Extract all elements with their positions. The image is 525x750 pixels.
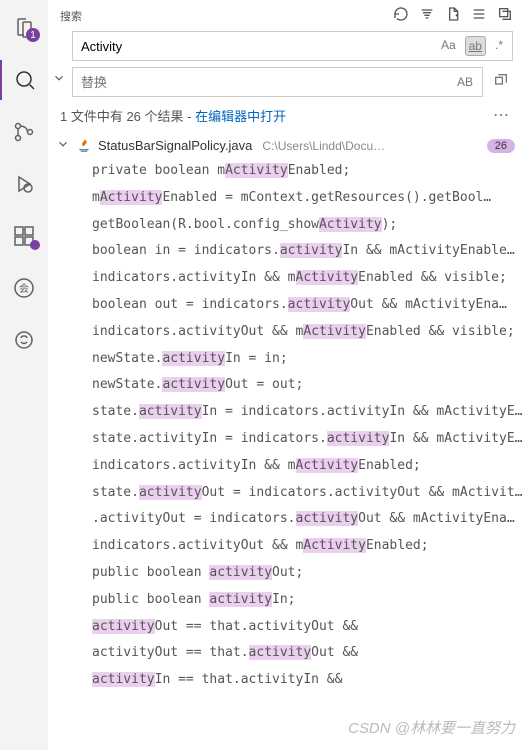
whole-word-toggle[interactable]: ab [465,36,486,56]
new-file-icon[interactable] [445,6,461,25]
match-line[interactable]: newState.activityOut = out; [52,372,525,399]
match-highlight: activity [92,619,155,634]
clear-icon[interactable] [419,6,435,25]
toggle-replace-icon[interactable] [52,31,68,97]
match-highlight: Activity [303,538,366,553]
match-line[interactable]: state.activityOut = indicators.activityO… [52,480,525,507]
match-highlight: activity [288,297,351,312]
match-line[interactable]: state.activityIn = indicators.activityIn… [52,399,525,426]
match-highlight: activity [139,404,202,419]
file-name: StatusBarSignalPolicy.java [98,138,252,153]
search-panel: 搜索 Aa ab .* [48,0,525,750]
results-summary: 1 文件中有 26 个结果 - 在编辑器中打开 [60,106,286,125]
match-highlight: Activity [296,458,359,473]
copilot-icon[interactable] [0,320,48,360]
view-list-icon[interactable] [471,6,487,25]
results-tree[interactable]: StatusBarSignalPolicy.java C:\Users\Lind… [48,133,525,750]
match-line[interactable]: activityOut == that.activityOut && [52,640,525,667]
match-highlight: activity [327,431,390,446]
explorer-badge: 1 [26,28,40,42]
activity-bar: 1 会 [0,0,48,750]
match-highlight: activity [162,351,225,366]
preserve-case-toggle[interactable]: AB [454,73,476,91]
match-highlight: activity [296,511,359,526]
extensions-badge [30,240,40,250]
search-icon[interactable] [0,60,48,100]
svg-text:会: 会 [19,282,29,295]
match-line[interactable]: indicators.activityOut && mActivityEnabl… [52,533,525,560]
java-file-icon [76,138,92,154]
match-highlight: activity [280,243,343,258]
match-line[interactable]: state.activityIn = indicators.activityIn… [52,426,525,453]
explorer-icon[interactable]: 1 [0,8,48,48]
match-line[interactable]: indicators.activityIn && mActivityEnable… [52,453,525,480]
match-line[interactable]: indicators.activityOut && mActivityEnabl… [52,319,525,346]
match-highlight: activity [209,592,272,607]
match-highlight: Activity [319,217,382,232]
match-line[interactable]: activityOut == that.activityOut && [52,614,525,641]
regex-toggle[interactable]: .* [492,36,506,56]
file-result-row[interactable]: StatusBarSignalPolicy.java C:\Users\Lind… [52,133,525,158]
match-line[interactable]: boolean out = indicators.activityOut && … [52,292,525,319]
match-highlight: activity [139,485,202,500]
match-line[interactable]: indicators.activityIn && mActivityEnable… [52,265,525,292]
match-highlight: activity [162,377,225,392]
file-path: C:\Users\Lindd\Docu… [262,139,480,153]
search-input-row: Aa ab .* [72,31,513,61]
run-debug-icon[interactable] [0,164,48,204]
panel-title: 搜索 [52,8,385,24]
chevron-down-icon[interactable] [56,137,70,154]
match-highlight: Activity [296,270,359,285]
more-options-icon[interactable]: ⋯ [489,105,513,125]
replace-input[interactable] [73,71,454,94]
match-highlight: activity [92,672,155,687]
match-highlight: activity [209,565,272,580]
match-line[interactable]: private boolean mActivityEnabled; [52,158,525,185]
match-line[interactable]: newState.activityIn = in; [52,346,525,373]
match-highlight: activity [249,645,312,660]
match-highlight: Activity [225,163,288,178]
match-highlight: Activity [100,190,163,205]
match-line[interactable]: public boolean activityIn; [52,587,525,614]
collapse-all-icon[interactable] [497,6,513,25]
account-icon[interactable]: 会 [0,268,48,308]
extensions-icon[interactable] [0,216,48,256]
match-line[interactable]: public boolean activityOut; [52,560,525,587]
match-highlight: Activity [303,324,366,339]
match-line[interactable]: activityIn == that.activityIn && [52,667,525,694]
match-line[interactable]: .activityOut = indicators.activityOut &&… [52,506,525,533]
match-line[interactable]: mActivityEnabled = mContext.getResources… [52,185,525,212]
match-line[interactable]: boolean in = indicators.activityIn && mA… [52,238,525,265]
replace-input-row: AB [72,67,483,97]
open-in-editor-link[interactable]: 在编辑器中打开 [195,109,286,124]
match-line[interactable]: getBoolean(R.bool.config_showActivity); [52,212,525,239]
replace-all-icon[interactable] [489,68,513,97]
search-input[interactable] [73,35,438,58]
refresh-icon[interactable] [393,6,409,25]
source-control-icon[interactable] [0,112,48,152]
case-sensitive-toggle[interactable]: Aa [438,36,459,56]
match-count-badge: 26 [487,139,515,153]
